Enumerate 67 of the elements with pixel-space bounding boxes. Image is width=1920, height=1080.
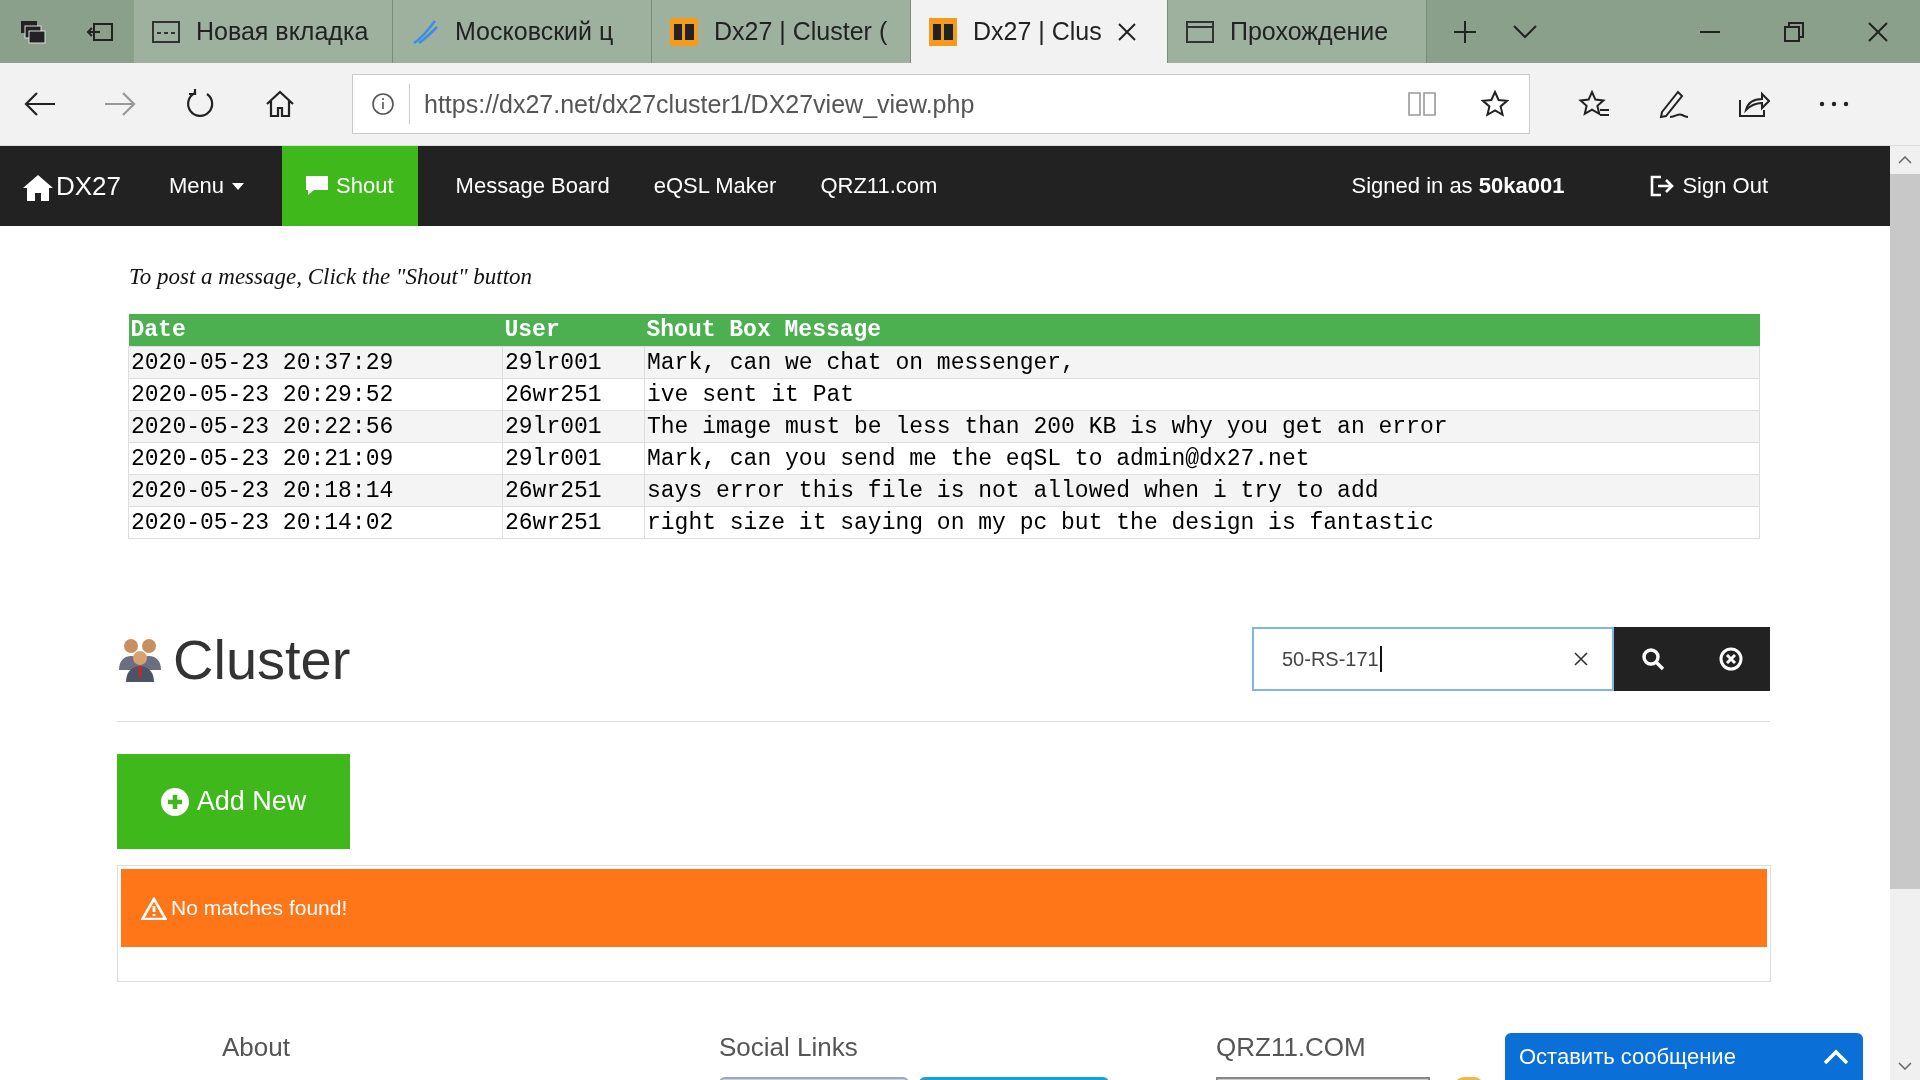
close-icon[interactable] (1117, 22, 1136, 41)
window-icon (1186, 19, 1214, 44)
table-cell: 29lr001 (502, 346, 645, 379)
chevron-up-icon (1823, 1048, 1849, 1065)
home-icon (22, 173, 54, 202)
table-cell: 2020-05-23 20:22:56 (128, 410, 503, 443)
instruction-text: To post a message, Click the "Shout" button (129, 264, 534, 290)
sign-out-icon (1650, 175, 1675, 197)
table-cell: says error this file is not allowed when i try to add (644, 474, 1760, 507)
table-cell: right size it saying on my pc but the design is fantastic (644, 506, 1760, 539)
comment-icon (306, 176, 329, 196)
search-button[interactable] (1614, 627, 1692, 691)
table-cell: 2020-05-23 20:21:09 (128, 442, 503, 475)
table-cell: Mark, can you send me the eqSL to admin@dx27.net (644, 442, 1760, 475)
nav-link[interactable]: Message Board (433, 146, 632, 226)
nav-link[interactable]: eQSL Maker (631, 146, 799, 226)
column-header: Shout Box Message (644, 314, 1760, 347)
scroll-up-icon (1898, 156, 1912, 164)
info-icon (371, 92, 395, 116)
table-cell: 26wr251 (502, 378, 645, 411)
caret-icon (232, 182, 245, 190)
sign-out-link[interactable]: Sign Out (1628, 146, 1790, 226)
chat-widget[interactable]: Оставить сообщение (1505, 1033, 1863, 1080)
browser-tab[interactable]: Московский ц (393, 0, 652, 63)
scroll-thumb[interactable] (1890, 174, 1920, 889)
column-header: Date (128, 314, 503, 347)
browser-tab[interactable]: Новая вкладка (134, 0, 393, 63)
table-cell: 29lr001 (502, 410, 645, 443)
nav-link[interactable]: QRZ11.com (798, 146, 960, 226)
clear-icon[interactable] (1574, 652, 1588, 666)
menu-dropdown[interactable]: Menu (147, 146, 267, 226)
people-icon (117, 636, 163, 682)
logo-icon (929, 17, 957, 46)
warning-icon (141, 896, 167, 920)
plus-circle-icon (160, 787, 189, 816)
footer-heading: About (222, 1032, 290, 1063)
page-icon (152, 19, 180, 44)
footer-heading: QRZ11.COM (1216, 1032, 1366, 1063)
table-cell: 2020-05-23 20:29:52 (128, 378, 503, 411)
table-cell: 2020-05-23 20:37:29 (128, 346, 503, 379)
table-cell: 26wr251 (502, 506, 645, 539)
table-cell: 26wr251 (502, 474, 645, 507)
reset-button[interactable] (1692, 627, 1770, 691)
swoosh-icon (411, 18, 439, 45)
search-icon (1641, 647, 1665, 671)
table-cell: ive sent it Pat (644, 378, 1760, 411)
browser-tab[interactable]: Прохождение (1168, 0, 1427, 63)
page-title: Cluster (173, 626, 351, 692)
table-cell: 2020-05-23 20:14:02 (128, 506, 503, 539)
logo-icon (670, 17, 698, 46)
table-cell: Mark, can we chat on messenger, (644, 346, 1760, 379)
table-cell: The image must be less than 200 KB is why you get an error (644, 410, 1760, 443)
alert-text: No matches found! (171, 896, 348, 920)
browser-tab[interactable]: Dx27 | Cluster ( (652, 0, 911, 63)
address-field[interactable]: https://dx27.net/dx27cluster1/DX27view_view.php (352, 74, 1530, 134)
cancel-icon (1719, 647, 1743, 671)
table-cell: 2020-05-23 20:18:14 (128, 474, 503, 507)
browser-tab[interactable]: Dx27 | Clus (911, 0, 1168, 63)
search-field[interactable]: 50-RS-171 (1252, 627, 1614, 691)
scroll-down-icon (1898, 1062, 1912, 1070)
column-header: User (502, 314, 645, 347)
signed-in-text: Signed in as 50ka001 (1351, 173, 1565, 199)
star-icon[interactable] (1481, 90, 1509, 118)
footer-heading: Social Links (719, 1032, 858, 1063)
scrollbar[interactable] (1890, 146, 1920, 1080)
home-link[interactable]: DX27 (0, 170, 148, 202)
table-cell: 29lr001 (502, 442, 645, 475)
